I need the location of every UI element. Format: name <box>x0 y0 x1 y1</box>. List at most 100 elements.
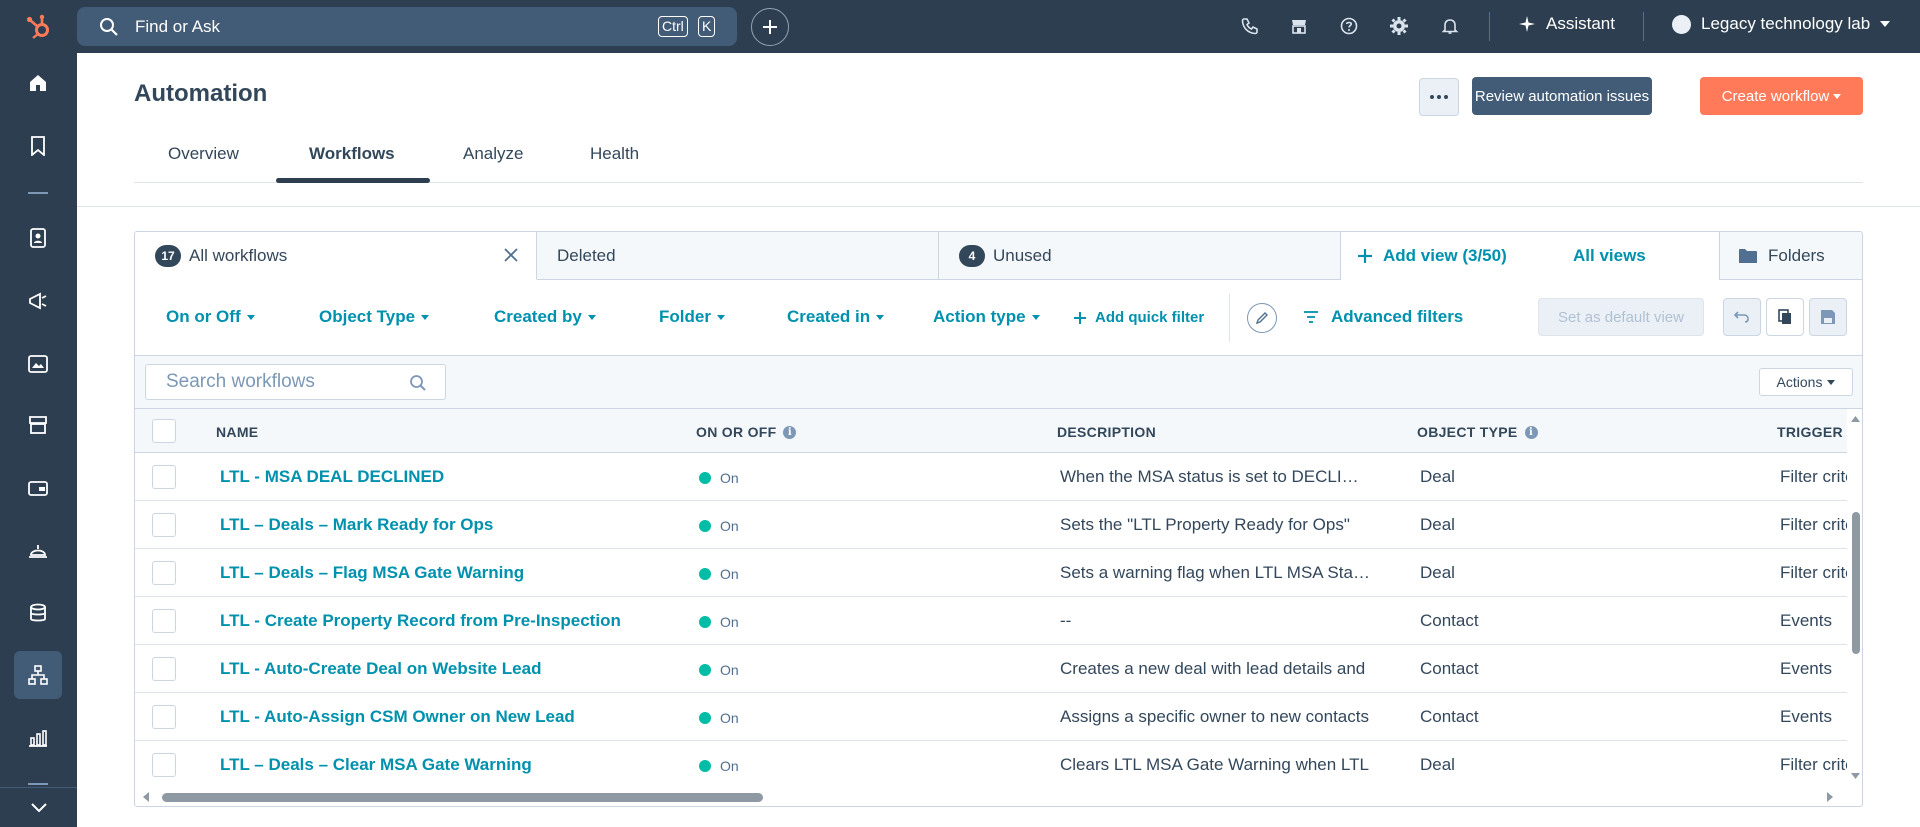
create-workflow-button[interactable]: Create workflow <box>1700 77 1863 115</box>
payments-icon[interactable] <box>14 464 62 512</box>
tab-analyze[interactable]: Analyze <box>463 144 523 164</box>
phone-icon[interactable] <box>1239 15 1261 37</box>
marketing-icon[interactable] <box>14 277 62 325</box>
horizontal-scrollbar-thumb[interactable] <box>162 793 763 802</box>
tab-overview[interactable]: Overview <box>168 144 239 164</box>
automation-icon[interactable] <box>14 651 62 699</box>
view-tab-deleted[interactable]: Deleted <box>537 232 939 280</box>
workflow-name-link[interactable]: LTL - Create Property Record from Pre-In… <box>220 611 621 631</box>
status-label: On <box>720 566 739 582</box>
search-workflows-placeholder: Search workflows <box>166 371 315 392</box>
add-view-label: Add view (3/50) <box>1383 246 1507 265</box>
tab-workflows[interactable]: Workflows <box>309 144 395 164</box>
info-icon[interactable]: i <box>783 425 797 439</box>
filter-label: Created in <box>787 307 871 326</box>
scroll-left-arrow-icon[interactable] <box>140 787 152 807</box>
hubspot-logo-icon[interactable] <box>0 0 77 53</box>
assistant-button[interactable]: Assistant <box>1518 14 1615 34</box>
object-type-cell: Contact <box>1420 659 1479 678</box>
column-header-object-type[interactable]: OBJECT TYPE i <box>1417 424 1538 440</box>
workflow-name-link[interactable]: LTL - Auto-Assign CSM Owner on New Lead <box>220 707 575 727</box>
data-icon[interactable] <box>14 589 62 637</box>
column-header-trigger[interactable]: TRIGGER <box>1777 424 1843 440</box>
close-icon[interactable] <box>502 246 520 264</box>
gear-icon[interactable] <box>1388 15 1410 37</box>
actions-label: Actions <box>1776 374 1823 390</box>
horizontal-scrollbar[interactable] <box>135 787 1847 807</box>
vertical-scrollbar-thumb[interactable] <box>1852 512 1860 654</box>
filter-action-type[interactable]: Action type <box>933 307 1040 327</box>
filter-on-or-off[interactable]: On or Off <box>166 307 255 327</box>
select-all-checkbox[interactable] <box>152 419 176 443</box>
sparkle-icon <box>1519 16 1535 32</box>
object-type-cell: Deal <box>1420 755 1455 774</box>
row-checkbox[interactable] <box>152 513 176 537</box>
duplicate-view-button[interactable] <box>1766 298 1804 336</box>
filter-label: Action type <box>933 307 1026 326</box>
service-icon[interactable] <box>14 527 62 575</box>
status-label: On <box>720 662 739 678</box>
undo-button[interactable] <box>1723 298 1761 336</box>
workflow-name-link[interactable]: LTL – Deals – Clear MSA Gate Warning <box>220 755 532 775</box>
filter-created-in[interactable]: Created in <box>787 307 885 327</box>
commerce-icon[interactable] <box>14 401 62 449</box>
row-checkbox[interactable] <box>152 753 176 777</box>
advanced-filters-button[interactable]: Advanced filters <box>1303 307 1463 327</box>
table-row: LTL - Auto-Create Deal on Website Lead O… <box>135 645 1847 693</box>
workflow-name-link[interactable]: LTL - MSA DEAL DECLINED <box>220 467 444 487</box>
plus-icon <box>1074 311 1086 324</box>
nav-divider <box>1489 12 1490 41</box>
review-automation-issues-button[interactable]: Review automation issues <box>1472 77 1652 115</box>
scroll-up-arrow-icon[interactable] <box>1847 413 1863 425</box>
row-checkbox[interactable] <box>152 465 176 489</box>
row-checkbox[interactable] <box>152 609 176 633</box>
global-search-bar[interactable]: Find or Ask Ctrl K <box>77 7 737 46</box>
account-menu[interactable]: Legacy technology lab <box>1672 14 1891 34</box>
expand-sidebar-button[interactable] <box>0 787 77 827</box>
scroll-down-arrow-icon[interactable] <box>1847 770 1863 782</box>
bell-icon[interactable] <box>1439 15 1461 37</box>
table-toolbar: Search workflows Actions <box>135 356 1862 409</box>
create-new-button[interactable] <box>751 8 789 46</box>
marketplace-icon[interactable] <box>1288 15 1310 37</box>
advanced-filters-label: Advanced filters <box>1331 307 1464 326</box>
workflow-name-link[interactable]: LTL – Deals – Flag MSA Gate Warning <box>220 563 524 583</box>
home-icon[interactable] <box>14 59 62 107</box>
view-tab-unused[interactable]: 4 Unused <box>939 232 1341 280</box>
scroll-right-arrow-icon[interactable] <box>1824 787 1836 807</box>
more-options-button[interactable] <box>1419 78 1459 116</box>
content-icon[interactable] <box>14 340 62 388</box>
tab-health[interactable]: Health <box>590 144 639 164</box>
edit-filters-button[interactable] <box>1247 303 1277 333</box>
column-header-name[interactable]: NAME <box>216 424 258 440</box>
view-tab-all-workflows[interactable]: 17 All workflows <box>135 232 537 280</box>
workflow-name-link[interactable]: LTL – Deals – Mark Ready for Ops <box>220 515 493 535</box>
help-icon[interactable] <box>1338 15 1360 37</box>
column-header-description[interactable]: DESCRIPTION <box>1057 424 1156 440</box>
all-views-link[interactable]: All views <box>1573 246 1646 266</box>
column-header-on-or-off[interactable]: ON OR OFF i <box>696 424 797 440</box>
table-row: LTL – Deals – Flag MSA Gate Warning On S… <box>135 549 1847 597</box>
row-checkbox[interactable] <box>152 657 176 681</box>
status-label: On <box>720 470 739 486</box>
add-quick-filter-button[interactable]: Add quick filter <box>1073 309 1204 326</box>
add-view-button[interactable]: Add view (3/50) <box>1357 246 1507 266</box>
set-as-default-view-button[interactable]: Set as default view <box>1538 298 1704 336</box>
workflow-name-link[interactable]: LTL - Auto-Create Deal on Website Lead <box>220 659 541 679</box>
folders-label: Folders <box>1768 245 1825 265</box>
row-checkbox[interactable] <box>152 705 176 729</box>
row-checkbox[interactable] <box>152 561 176 585</box>
search-workflows-input[interactable]: Search workflows <box>145 364 446 400</box>
reporting-icon[interactable] <box>14 714 62 762</box>
bookmark-icon[interactable] <box>14 122 62 170</box>
actions-dropdown[interactable]: Actions <box>1759 368 1853 396</box>
status-indicator: On <box>699 758 739 774</box>
filter-object-type[interactable]: Object Type <box>319 307 430 327</box>
filter-folder[interactable]: Folder <box>659 307 725 327</box>
save-view-button[interactable] <box>1809 298 1847 336</box>
contacts-icon[interactable] <box>14 214 62 262</box>
vertical-scrollbar[interactable] <box>1847 409 1863 789</box>
filter-created-by[interactable]: Created by <box>494 307 596 327</box>
info-icon[interactable]: i <box>1524 425 1538 439</box>
folders-button[interactable]: Folders <box>1719 232 1862 280</box>
